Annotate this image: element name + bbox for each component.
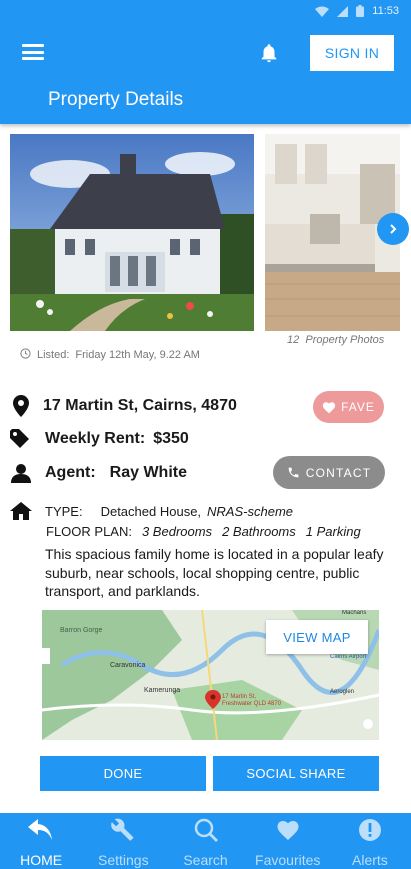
agent-label: Agent:: [45, 464, 96, 481]
app-bar: 11:53 SIGN IN Property Details: [0, 0, 411, 124]
map-label-caravonica: Caravonica: [110, 662, 146, 669]
photos-caption[interactable]: 12 Property Photos: [287, 334, 384, 346]
property-description: This spacious family home is located in …: [45, 546, 384, 599]
rent-row: Weekly Rent: $350: [10, 428, 189, 450]
bedrooms: 3 Bedrooms: [141, 524, 213, 539]
contact-button[interactable]: CONTACT: [273, 456, 385, 489]
nav-alerts[interactable]: Alerts: [329, 813, 411, 869]
map-label-kamerunga: Kamerunga: [144, 687, 180, 694]
chevron-right-icon: [390, 224, 397, 234]
menu-icon[interactable]: [22, 44, 44, 60]
agent-value: Ray White: [109, 464, 187, 481]
nav-home[interactable]: HOME: [0, 813, 82, 869]
map-pin-label-2: Freshwater QLD 4870: [222, 701, 282, 707]
floor-plan-label: FLOOR PLAN:: [46, 524, 132, 539]
property-photo-main[interactable]: [10, 134, 254, 331]
map-label-cairns-airport: Cairns Airport: [330, 654, 367, 660]
fave-label: FAVE: [341, 400, 375, 414]
alert-icon: [358, 817, 382, 843]
type-row: TYPE: Detached House, NRAS-scheme: [10, 500, 293, 522]
search-icon: [194, 817, 218, 843]
type-label: TYPE:: [45, 503, 83, 519]
map-label-machans: Machans: [342, 610, 366, 616]
contact-label: CONTACT: [305, 465, 372, 480]
social-share-button[interactable]: SOCIAL SHARE: [213, 756, 379, 791]
nav-search-label: Search: [183, 852, 228, 868]
heart-icon: [276, 817, 300, 843]
status-time: 11:53: [372, 5, 399, 17]
floor-plan-row: FLOOR PLAN: 3 Bedrooms 2 Bathrooms 1 Par…: [46, 524, 361, 539]
map-location-icon[interactable]: [363, 719, 373, 729]
notification-bell-icon[interactable]: [258, 42, 280, 64]
listed-label: Listed:: [37, 349, 70, 361]
parking: 1 Parking: [305, 524, 361, 539]
view-map-button[interactable]: VIEW MAP: [266, 620, 368, 654]
nav-favourites-label: Favourites: [255, 852, 321, 868]
done-button[interactable]: DONE: [40, 756, 206, 791]
map-collapse-handle[interactable]: [42, 648, 50, 664]
type-scheme: NRAS-scheme: [207, 503, 293, 519]
battery-icon: [356, 5, 365, 17]
type-value: Detached House,: [100, 503, 202, 519]
home-icon: [10, 500, 32, 522]
wrench-icon: [111, 817, 135, 843]
address-row: 17 Martin St, Cairns, 4870: [10, 395, 237, 417]
bottom-navigation: HOME Settings Search Favourites Alerts: [0, 813, 411, 869]
agent-row: Agent: Ray White: [10, 462, 187, 484]
rent-label: Weekly Rent:: [45, 430, 146, 447]
nav-alerts-label: Alerts: [352, 852, 388, 868]
bathrooms: 2 Bathrooms: [222, 524, 296, 539]
person-icon: [10, 462, 32, 484]
map-pin-label-1: 17 Martin St,: [222, 694, 256, 700]
listed-date-value: Friday 12th May, 9.22 AM: [75, 349, 200, 361]
back-arrow-icon: [28, 817, 54, 843]
photos-count: 12: [287, 334, 300, 346]
fave-button[interactable]: FAVE: [313, 391, 384, 423]
map-label-barron-gorge: Barron Gorge: [60, 627, 103, 634]
signal-icon: [337, 5, 349, 17]
sign-in-button[interactable]: SIGN IN: [310, 35, 394, 71]
nav-favourites[interactable]: Favourites: [247, 813, 329, 869]
map-label-aeroglen: Aeroglen: [330, 689, 354, 695]
location-pin-icon: [10, 395, 32, 417]
status-bar: 11:53: [315, 5, 399, 17]
nav-home-label: HOME: [20, 852, 63, 868]
clock-icon: [20, 348, 31, 362]
price-tag-icon: [10, 428, 32, 450]
address-text: 17 Martin St, Cairns, 4870: [43, 397, 237, 414]
photos-caption-text: Property Photos: [305, 334, 385, 346]
page-title: Property Details: [48, 89, 184, 110]
nav-search[interactable]: Search: [164, 813, 246, 869]
nav-settings-label: Settings: [98, 852, 149, 868]
listed-date: Listed: Friday 12th May, 9.22 AM: [20, 348, 200, 362]
phone-icon: [288, 467, 299, 478]
rent-value: $350: [153, 430, 189, 447]
nav-settings[interactable]: Settings: [82, 813, 164, 869]
heart-icon: [322, 401, 336, 413]
wifi-icon: [315, 6, 330, 17]
next-photo-button[interactable]: [377, 213, 409, 245]
